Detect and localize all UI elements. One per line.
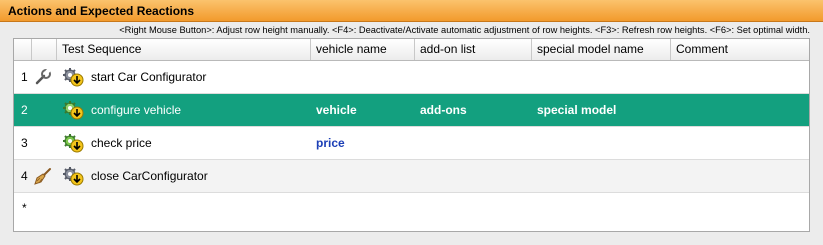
panel-title-bar: Actions and Expected Reactions (0, 0, 823, 22)
row-number: 3 (21, 136, 28, 150)
gear-arrow-icon (63, 167, 84, 186)
header-special-model-name[interactable]: special model name (532, 39, 671, 60)
gear-arrow-icon (63, 68, 84, 87)
vehicle-name-cell[interactable]: vehicle (316, 94, 357, 126)
header-test-sequence[interactable]: Test Sequence (57, 39, 311, 60)
table-row[interactable]: 1 start Car Configurator (14, 61, 809, 94)
header-vehicle-name[interactable]: vehicle name (311, 39, 415, 60)
keyboard-hint: <Right Mouse Button>: Adjust row height … (119, 25, 810, 35)
special-model-cell[interactable]: special model (537, 94, 616, 126)
row-number: 4 (21, 169, 28, 183)
vehicle-name-cell[interactable]: price (316, 127, 345, 159)
new-row-marker[interactable]: * (22, 201, 27, 215)
broom-icon (34, 168, 51, 185)
header-comment[interactable]: Comment (671, 39, 809, 60)
panel-title: Actions and Expected Reactions (8, 4, 195, 18)
actions-table[interactable]: Test Sequence vehicle name add-on list s… (13, 38, 810, 232)
test-step-name: close CarConfigurator (91, 169, 208, 183)
test-step-name: start Car Configurator (91, 70, 207, 84)
gear-arrow-icon (63, 134, 84, 153)
table-row[interactable]: 3 check price price (14, 127, 809, 160)
row-number: 1 (21, 70, 28, 84)
wrench-icon (35, 68, 51, 85)
row-number: 2 (21, 103, 28, 117)
test-step-name: configure vehicle (91, 103, 182, 117)
table-row-selected[interactable]: 2 configure vehicle vehicle add-ons spec… (14, 94, 809, 127)
table-row[interactable]: 4 close CarConfigurator (14, 160, 809, 193)
header-icon (32, 39, 57, 60)
table-header: Test Sequence vehicle name add-on list s… (14, 39, 809, 61)
add-on-list-cell[interactable]: add-ons (420, 94, 467, 126)
actions-panel: Actions and Expected Reactions <Right Mo… (0, 0, 823, 245)
header-add-on-list[interactable]: add-on list (415, 39, 532, 60)
test-step-name: check price (91, 136, 152, 150)
header-index (14, 39, 32, 60)
gear-arrow-icon (63, 101, 84, 120)
